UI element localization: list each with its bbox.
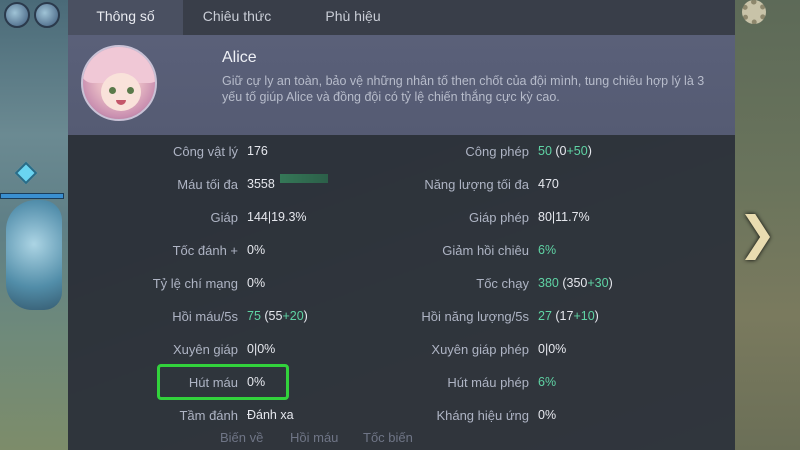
stat-row: Tốc đánh + 0% Giảm hồi chiêu 6% — [68, 234, 735, 267]
hero-avatar — [81, 45, 157, 121]
stat-value: 176 — [247, 144, 268, 158]
skill-flash-label: Tốc biến — [363, 430, 413, 445]
stat-value: 6% — [538, 375, 557, 389]
stat-value: Đánh xa — [247, 408, 294, 422]
stat-value: 3558 — [247, 177, 275, 191]
stat-value: 50 (0+50) — [538, 144, 592, 158]
chevron-right-icon[interactable]: ❯ — [738, 210, 777, 256]
stat-row: Công vật lý 176 Công phép 50 (0+50) — [68, 135, 735, 168]
stat-label: Tốc chạy — [476, 276, 529, 291]
stat-label: Công vật lý — [172, 144, 238, 159]
stat-label: Giáp phép — [469, 210, 529, 225]
stat-value: 0|0% — [538, 342, 567, 356]
tab-skills[interactable]: Chiêu thức — [183, 0, 291, 35]
skill-heal-label: Hồi máu — [290, 430, 339, 445]
stat-value: 0% — [247, 243, 266, 257]
stat-value: 470 — [538, 177, 559, 191]
stat-label: Xuyên giáp phép — [431, 342, 529, 357]
lifesteal-highlight — [157, 364, 289, 400]
stat-label: Năng lượng tối đa — [424, 177, 529, 192]
tab-bar: Thông số Chiêu thức Phù hiệu — [68, 0, 735, 35]
stat-label: Hồi máu/5s — [172, 309, 238, 324]
stat-value: 0|0% — [247, 342, 276, 356]
hero-name: Alice — [222, 49, 257, 66]
stat-row: Hồi máu/5s 75 (55+20) Hồi năng lượng/5s … — [68, 300, 735, 333]
unit-health-bar — [0, 193, 64, 199]
stat-label: Giáp — [210, 210, 238, 225]
monster-sprite — [6, 200, 62, 310]
skill-recall-label: Biến về — [220, 430, 264, 445]
hero-header: Alice Giữ cự ly an toàn, bảo vệ những nh… — [68, 35, 735, 135]
stat-row: Xuyên giáp 0|0% Xuyên giáp phép 0|0% — [68, 333, 735, 366]
stat-row: Tầm đánh Đánh xa Kháng hiệu ứng 0% — [68, 399, 735, 432]
hero-description: Giữ cự ly an toàn, bảo vệ những nhân tố … — [222, 74, 705, 104]
player-icon[interactable] — [4, 2, 30, 28]
stat-label: Kháng hiệu ứng — [436, 408, 529, 423]
stat-label: Hút máu phép — [447, 375, 529, 390]
stat-row: Giáp 144|19.3% Giáp phép 80|11.7% — [68, 201, 735, 234]
stat-value: 75 (55+20) — [247, 309, 308, 323]
stat-label: Giảm hồi chiêu — [442, 243, 529, 258]
stat-value: 27 (17+10) — [538, 309, 599, 323]
gear-icon[interactable] — [742, 0, 766, 24]
tab-emblems[interactable]: Phù hiệu — [293, 0, 413, 35]
stat-value: 80|11.7% — [538, 210, 590, 224]
stat-value: 144|19.3% — [247, 210, 307, 224]
stat-label: Tỷ lệ chí mạng — [152, 276, 238, 291]
stat-value: 380 (350+30) — [538, 276, 613, 290]
ally-icon[interactable] — [34, 2, 60, 28]
stat-row: Máu tối đa 3558 Năng lượng tối đa 470 — [68, 168, 735, 201]
stat-value: 0% — [247, 276, 266, 290]
stat-label: Máu tối đa — [177, 177, 238, 192]
stat-label: Công phép — [465, 144, 529, 159]
stat-label: Tốc đánh + — [172, 243, 238, 258]
stat-label: Tầm đánh — [179, 408, 238, 423]
stat-value: 0% — [538, 408, 557, 422]
stat-label: Hồi năng lượng/5s — [421, 309, 529, 324]
tab-stats[interactable]: Thông số — [68, 0, 183, 35]
stat-value: 6% — [538, 243, 557, 257]
stat-row: Tỷ lệ chí mạng 0% Tốc chạy 380 (350+30) — [68, 267, 735, 300]
stat-label: Xuyên giáp — [172, 342, 238, 357]
